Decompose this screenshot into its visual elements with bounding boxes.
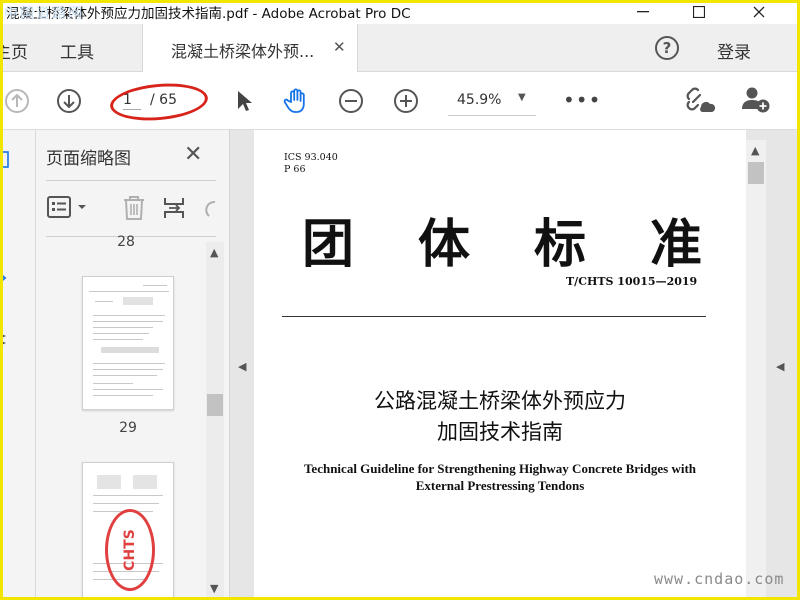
ics-code: ICS 93.040 P 66 (284, 152, 338, 175)
attachments-nav-icon[interactable] (0, 270, 8, 290)
thumbnail-options-menu[interactable] (46, 194, 92, 220)
document-scrollbar[interactable]: ▲ (746, 140, 766, 600)
page-thumbnail-29[interactable] (82, 276, 174, 410)
login-button[interactable]: 登录 (717, 38, 751, 63)
document-heading: 团 体 标 准 (302, 214, 702, 275)
pdf-page: ICS 93.040 P 66 团 体 标 准 T/CHTS 10015—201… (254, 130, 746, 600)
tab-home[interactable]: 主页 (0, 38, 28, 63)
layers-nav-icon[interactable] (0, 330, 8, 350)
tab-document[interactable]: 混凝土桥梁体外预... ✕ (142, 24, 358, 72)
share-link-icon[interactable] (682, 84, 718, 116)
page-number-label: 29 (119, 420, 137, 436)
collapse-left-pane-icon[interactable]: ◀ (238, 360, 246, 373)
page-number-box: 1 / 65 (117, 88, 203, 114)
page-thumbnail-30[interactable]: CHTS (82, 462, 174, 600)
next-page-icon[interactable] (54, 86, 84, 116)
zoom-in-icon[interactable] (391, 86, 421, 116)
standard-number: T/CHTS 10015—2019 (566, 275, 698, 288)
scroll-up-icon[interactable]: ▲ (751, 144, 759, 157)
close-panel-icon[interactable]: ✕ (184, 142, 202, 167)
add-user-icon[interactable] (738, 84, 774, 116)
zoom-out-icon[interactable] (336, 86, 366, 116)
page-number-input[interactable]: 1 (123, 92, 141, 110)
panel-title: 页面缩略图 (46, 149, 131, 169)
zoom-value: 45.9% (457, 92, 502, 108)
delete-page-icon[interactable] (120, 194, 148, 222)
page-thumbnails-panel: 页面缩略图 ✕ 28 29 CHTS ▲ ▼ (36, 130, 230, 600)
site-watermark: www.cndao.com (654, 570, 785, 588)
left-navigation-strip (0, 130, 36, 600)
page-number-label: 28 (117, 234, 135, 246)
rotate-page-icon[interactable] (200, 194, 220, 222)
thumbnail-scrollbar[interactable]: ▲ ▼ (206, 242, 224, 600)
chevron-down-icon: ▼ (518, 92, 526, 103)
page-total: / 65 (150, 92, 177, 108)
document-tab-label: 混凝土桥梁体外预... (171, 42, 315, 61)
chinese-title: 公路混凝土桥梁体外预应力 加固技术指南 (374, 389, 626, 444)
thumbnail-scroll-thumb[interactable] (207, 394, 223, 416)
expand-right-pane-icon[interactable]: ◀ (776, 360, 784, 373)
overlay-watermark-text: 中国道路网 (4, 6, 84, 22)
zoom-dropdown[interactable]: 45.9% ▼ (448, 86, 536, 116)
workspace: 页面缩略图 ✕ 28 29 CHTS ▲ ▼ ◀ ICS 93.040 P 66… (0, 130, 800, 600)
document-scroll-thumb[interactable] (748, 162, 764, 184)
scroll-up-icon[interactable]: ▲ (210, 246, 218, 259)
tab-bar: 主页 工具 混凝土桥梁体外预... ✕ ? 登录 (0, 24, 800, 72)
main-toolbar: 1 / 65 45.9% ▼ ••• (0, 72, 800, 130)
page-thumbnails-nav-icon[interactable] (0, 150, 10, 170)
hand-tool-icon[interactable] (281, 84, 313, 116)
header-rule (282, 316, 706, 317)
scroll-down-icon[interactable]: ▼ (210, 582, 218, 595)
panel-divider (46, 180, 216, 181)
help-icon[interactable]: ? (655, 36, 679, 60)
chts-seal-stamp: CHTS (105, 509, 155, 591)
close-window-button[interactable] (736, 0, 782, 24)
tab-tools[interactable]: 工具 (60, 38, 94, 63)
english-title: Technical Guideline for Strengthening Hi… (303, 461, 697, 493)
select-tool-icon[interactable] (230, 86, 258, 116)
insert-page-icon[interactable] (160, 194, 188, 222)
close-tab-icon[interactable]: ✕ (333, 38, 346, 56)
previous-page-icon[interactable] (2, 86, 32, 116)
minimize-button[interactable] (620, 0, 666, 24)
bookmarks-nav-icon[interactable] (0, 210, 8, 240)
more-tools-icon[interactable]: ••• (563, 88, 601, 112)
title-bar: 混凝土桥梁体外预应力加固技术指南.pdf - Adobe Acrobat Pro… (0, 0, 800, 24)
maximize-button[interactable] (676, 0, 722, 24)
